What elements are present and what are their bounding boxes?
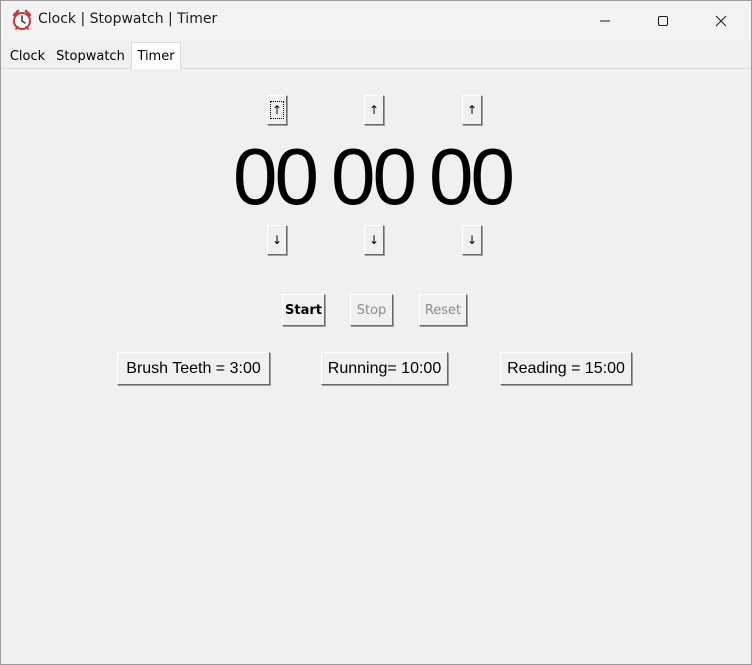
preset-running-button[interactable]: Running= 10:00 (321, 352, 448, 385)
maximize-button[interactable] (640, 1, 686, 40)
seconds-down-button[interactable]: ↓ (462, 225, 482, 255)
down-arrow-icon: ↓ (368, 233, 380, 247)
window-title: Clock | Stopwatch | Timer (38, 11, 218, 27)
up-arrow-icon: ↑ (269, 101, 285, 119)
tab-clock[interactable]: Clock (5, 45, 50, 67)
stop-button[interactable]: Stop (350, 294, 393, 326)
reset-button[interactable]: Reset (419, 294, 467, 326)
minutes-up-button[interactable]: ↑ (364, 95, 384, 125)
minimize-button[interactable] (582, 1, 628, 40)
close-icon (715, 15, 727, 26)
tab-stopwatch[interactable]: Stopwatch (52, 45, 129, 67)
minutes-display: 00 (331, 132, 417, 221)
up-arrow-icon: ↑ (466, 103, 478, 117)
hours-up-button[interactable]: ↑ (267, 95, 287, 125)
seconds-display: 00 (429, 132, 515, 221)
start-button[interactable]: Start (282, 294, 325, 326)
alarm-clock-icon (11, 9, 33, 31)
up-arrow-icon: ↑ (368, 103, 380, 117)
preset-brush-teeth-button[interactable]: Brush Teeth = 3:00 (117, 352, 270, 385)
app-window: Clock | Stopwatch | Timer Clock Stopwatc… (0, 0, 752, 665)
tab-timer[interactable]: Timer (131, 42, 181, 69)
maximize-icon (658, 15, 668, 26)
title-bar[interactable]: Clock | Stopwatch | Timer (1, 1, 751, 40)
down-arrow-icon: ↓ (271, 233, 283, 247)
preset-reading-button[interactable]: Reading = 15:00 (500, 352, 632, 385)
minutes-down-button[interactable]: ↓ (364, 225, 384, 255)
minimize-icon (600, 20, 610, 21)
hours-display: 00 (233, 132, 319, 221)
down-arrow-icon: ↓ (466, 233, 478, 247)
hours-down-button[interactable]: ↓ (267, 225, 287, 255)
seconds-up-button[interactable]: ↑ (462, 95, 482, 125)
close-button[interactable] (698, 1, 744, 40)
